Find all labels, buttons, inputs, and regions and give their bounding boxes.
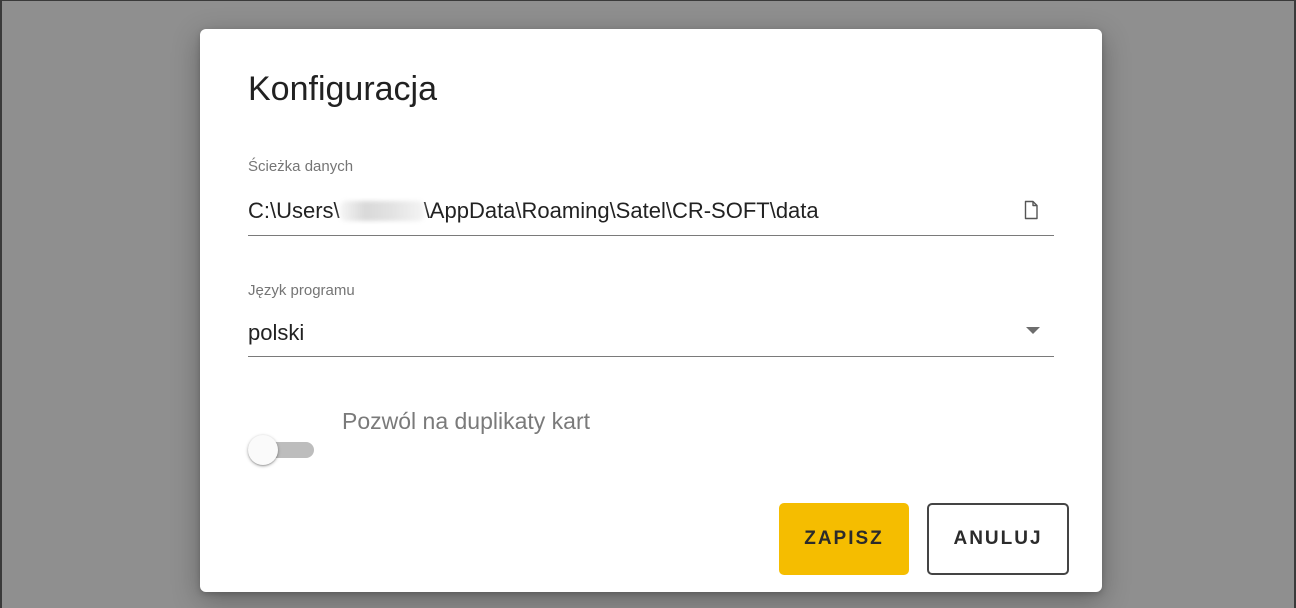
data-path-underline	[248, 235, 1054, 236]
duplicates-toggle[interactable]	[248, 435, 318, 465]
save-button[interactable]: ZAPISZ	[779, 503, 909, 575]
language-selected-value: polski	[248, 320, 305, 345]
dialog-title: Konfiguracja	[248, 70, 438, 108]
data-path-value[interactable]: C:\Users\ \AppData\Roaming\Satel\CR-SOFT\…	[248, 197, 819, 225]
data-path-prefix: C:\Users\	[248, 198, 340, 223]
toggle-thumb[interactable]	[248, 435, 278, 465]
language-label: Język programu	[248, 282, 355, 299]
dropdown-arrow-icon[interactable]	[1026, 327, 1040, 334]
language-select[interactable]: Język programu polski	[248, 282, 1054, 357]
language-underline	[248, 356, 1054, 357]
duplicates-toggle-label[interactable]: Pozwól na duplikaty kart	[342, 407, 590, 435]
configuration-dialog: Konfiguracja Ścieżka danych C:\Users\ \Ap…	[200, 29, 1102, 592]
data-path-label: Ścieżka danych	[248, 158, 354, 175]
file-icon[interactable]	[1022, 200, 1040, 220]
data-path-suffix: \AppData\Roaming\Satel\CR-SOFT\data	[423, 198, 819, 223]
cancel-button[interactable]: ANULUJ	[927, 503, 1069, 575]
data-path-field[interactable]: Ścieżka danych C:\Users\ \AppData\Roaming…	[248, 158, 1054, 236]
redacted-username	[339, 201, 424, 221]
